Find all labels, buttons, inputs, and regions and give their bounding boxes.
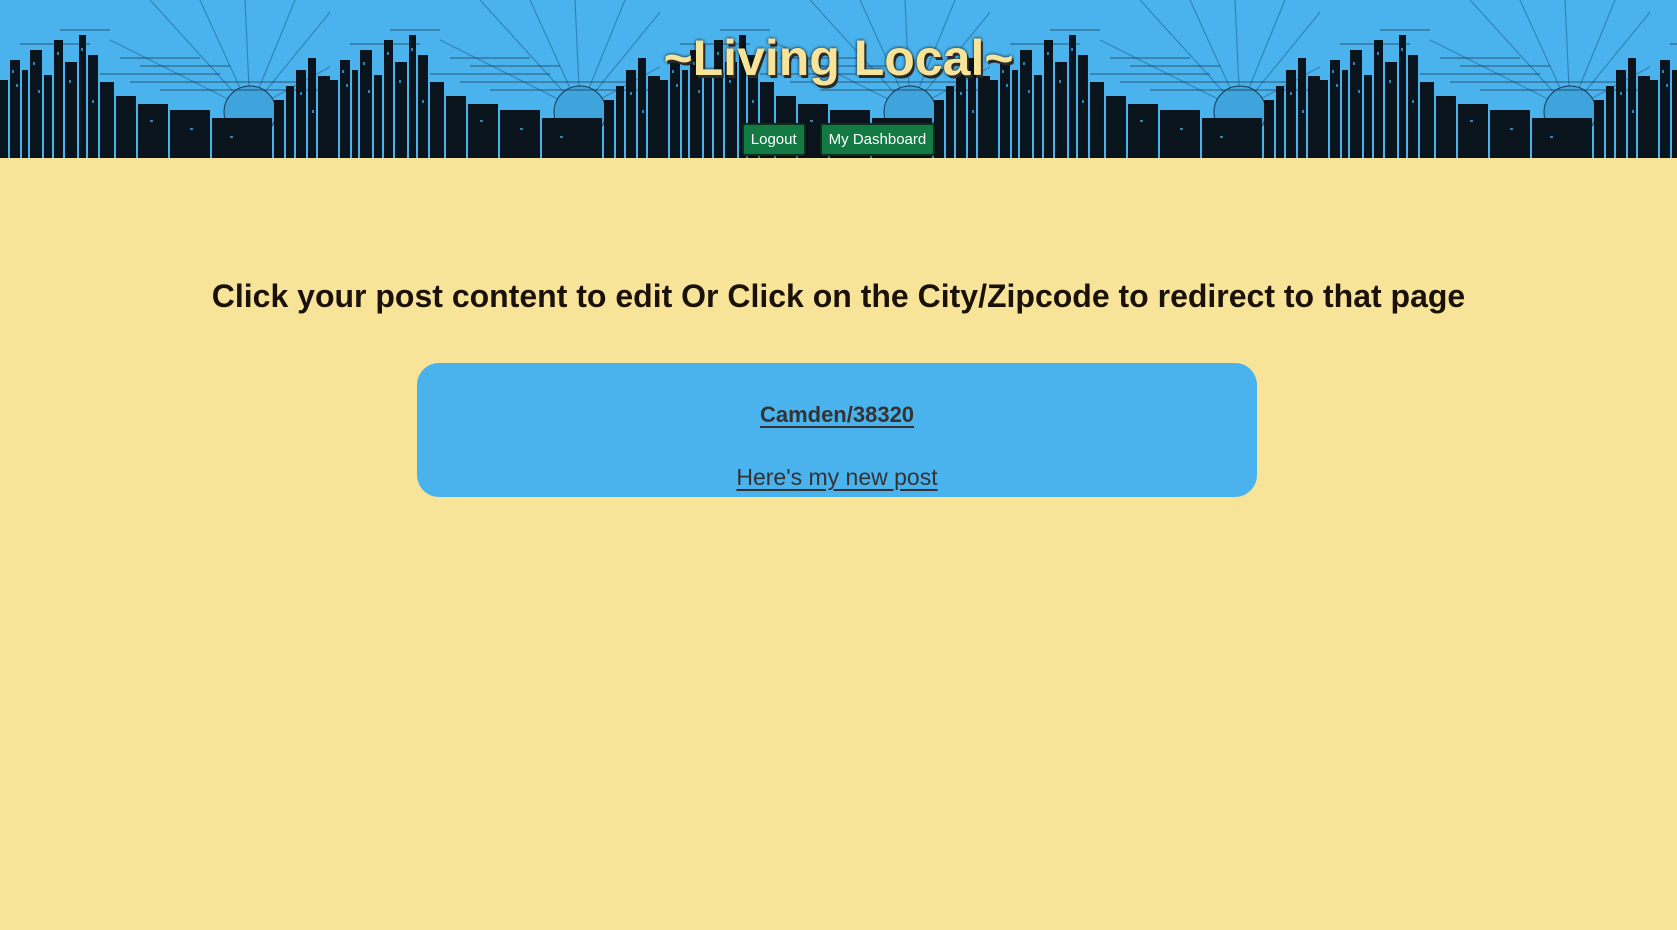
logout-button[interactable]: Logout: [741, 123, 806, 156]
site-title: ~Living Local~: [663, 30, 1014, 86]
post-content: Here's my new post: [417, 462, 1257, 492]
post-content-link[interactable]: Here's my new post: [736, 464, 937, 490]
post-location-link[interactable]: Camden/38320: [760, 402, 914, 427]
my-dashboard-button[interactable]: My Dashboard: [819, 123, 936, 156]
post-card: Camden/38320 Here's my new post: [417, 363, 1257, 497]
site-header: ~Living Local~ Logout My Dashboard: [0, 0, 1677, 158]
post-location: Camden/38320: [417, 401, 1257, 429]
header-nav: Logout My Dashboard: [0, 123, 1677, 156]
page-instructions: Click your post content to edit Or Click…: [211, 278, 1466, 314]
